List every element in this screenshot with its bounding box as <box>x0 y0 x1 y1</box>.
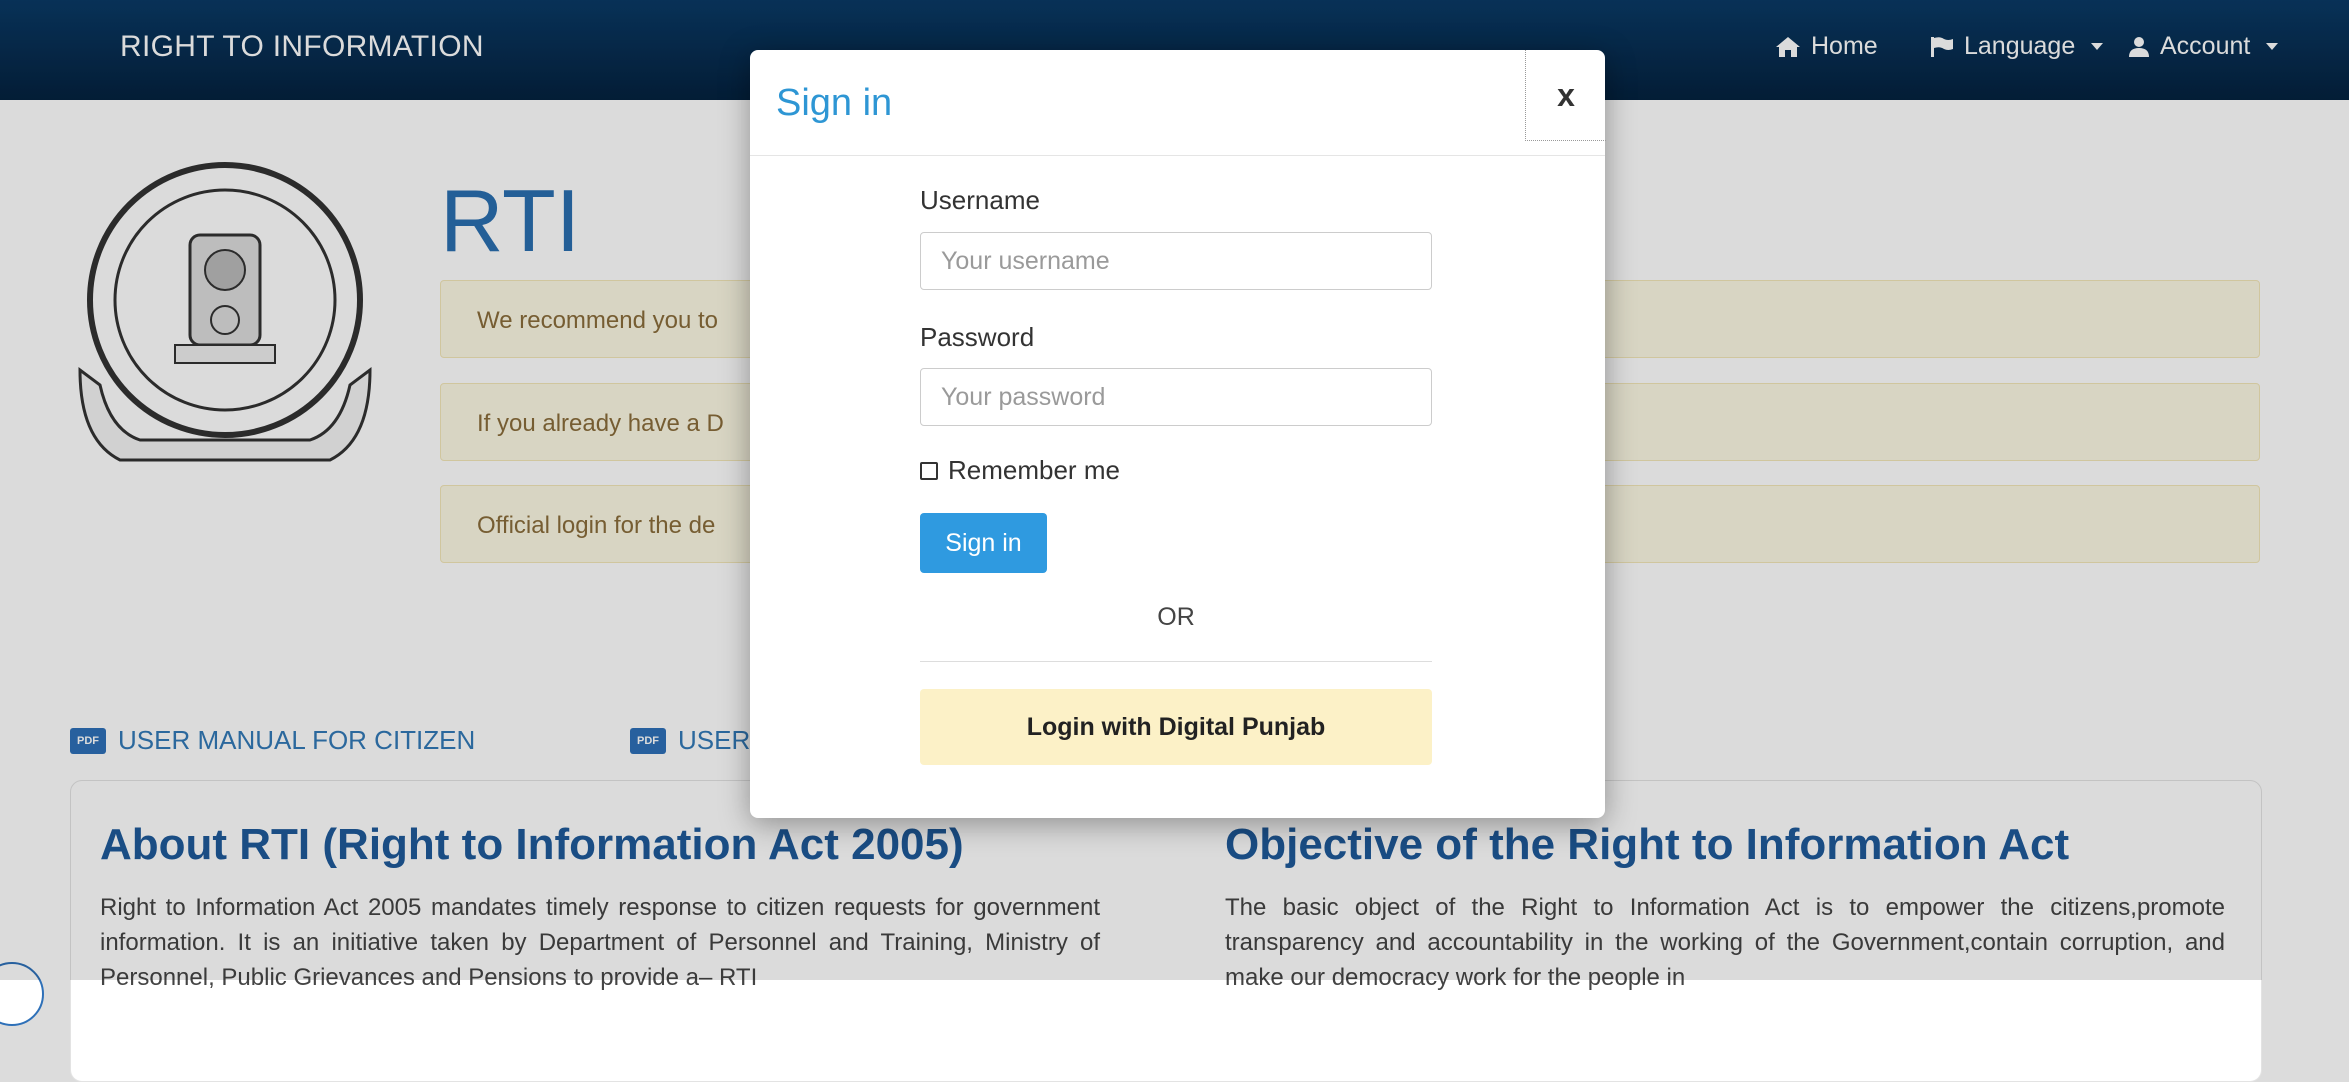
login-digital-punjab-button[interactable]: Login with Digital Punjab <box>920 689 1432 765</box>
signin-modal: Sign in x Username Password Remember me … <box>750 50 1606 818</box>
username-label: Username <box>920 185 1040 215</box>
password-label: Password <box>920 322 1035 352</box>
or-separator: OR <box>1157 603 1195 631</box>
remember-me-row[interactable]: Remember me <box>920 455 1120 486</box>
password-input[interactable] <box>920 368 1432 426</box>
remember-me-label: Remember me <box>948 455 1120 485</box>
modal-title: Sign in <box>776 82 893 124</box>
username-input[interactable] <box>920 232 1432 290</box>
modal-header: Sign in x <box>750 50 1606 156</box>
remember-me-checkbox[interactable] <box>920 461 938 480</box>
divider <box>920 661 1432 662</box>
close-button[interactable]: x <box>1525 50 1606 141</box>
signin-button[interactable]: Sign in <box>920 513 1047 573</box>
